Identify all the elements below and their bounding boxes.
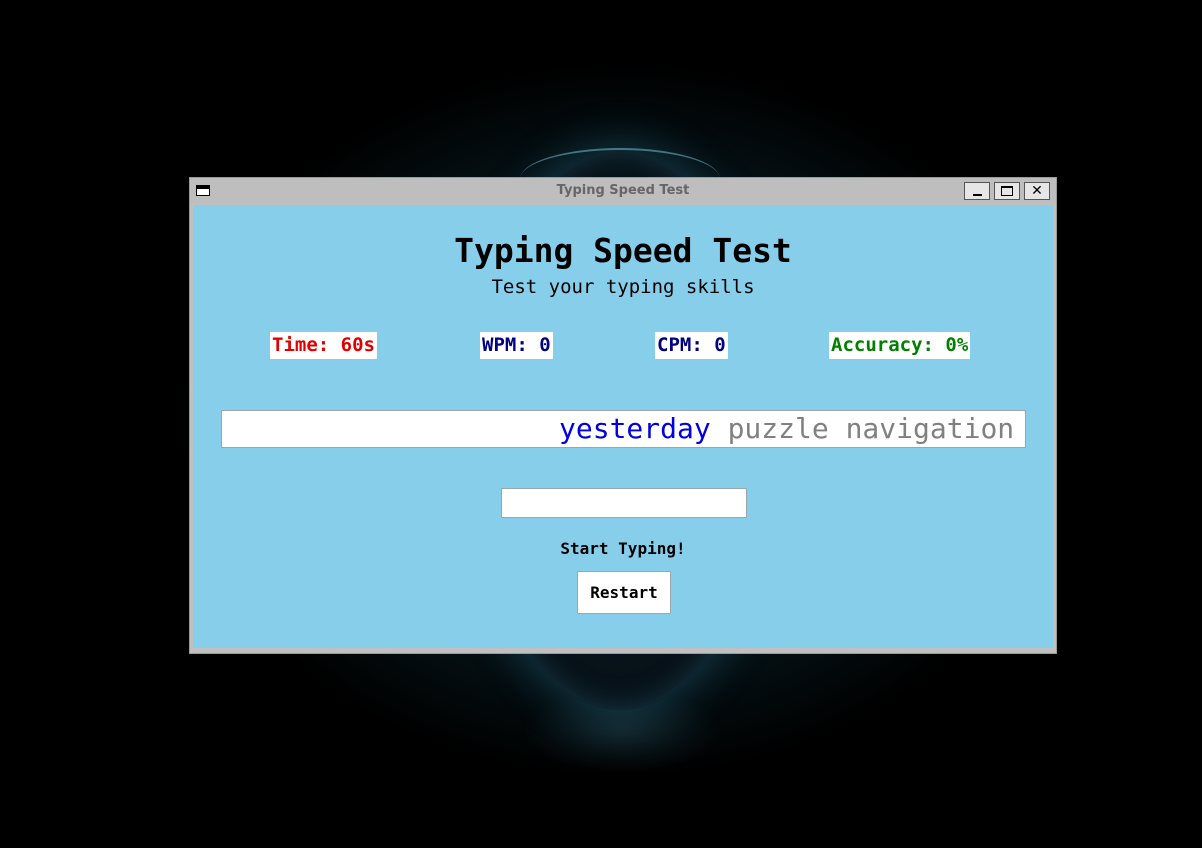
close-button[interactable]: ✕ — [1024, 182, 1050, 200]
typing-input[interactable] — [501, 488, 747, 518]
restart-button[interactable]: Restart — [577, 571, 671, 614]
desktop-background: Typing Speed Test ✕ Typing Speed Test Te… — [0, 0, 1202, 848]
wpm-stat: WPM: 0 — [480, 332, 553, 359]
window-title: Typing Speed Test — [556, 183, 690, 198]
app-content: Typing Speed Test Test your typing skill… — [193, 205, 1053, 648]
minimize-icon — [973, 194, 982, 196]
time-stat: Time: 60s — [270, 332, 377, 359]
words-display: yesterday puzzle navigation s — [221, 410, 1026, 448]
current-word: yesterday — [559, 412, 711, 445]
status-message: Start Typing! — [560, 539, 686, 558]
page-subtitle: Test your typing skills — [491, 276, 755, 298]
close-icon: ✕ — [1031, 183, 1043, 199]
upcoming-words: puzzle navigation s — [710, 412, 1026, 445]
accuracy-stat: Accuracy: 0% — [829, 332, 971, 359]
cpm-stat: CPM: 0 — [655, 332, 728, 359]
words-strip: yesterday puzzle navigation s — [559, 411, 1026, 447]
maximize-icon — [1001, 186, 1013, 196]
window-titlebar[interactable]: Typing Speed Test ✕ — [190, 178, 1056, 204]
app-window: Typing Speed Test ✕ Typing Speed Test Te… — [189, 177, 1057, 654]
page-title: Typing Speed Test — [454, 231, 792, 270]
minimize-button[interactable] — [964, 182, 990, 200]
maximize-button[interactable] — [994, 182, 1020, 200]
